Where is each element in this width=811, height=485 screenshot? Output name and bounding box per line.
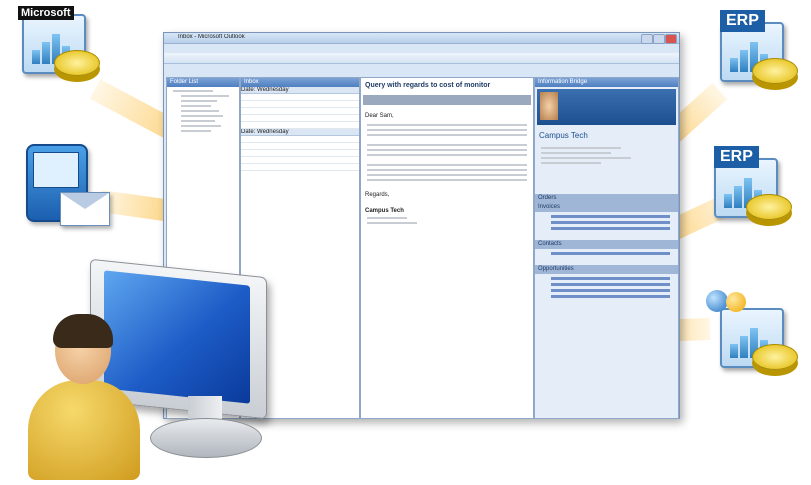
mail-row[interactable] [241,108,359,115]
invoice-link[interactable] [551,221,670,224]
body-line [367,169,527,171]
close-icon[interactable] [665,34,677,44]
mail-row[interactable] [241,150,359,157]
mail-row[interactable] [241,164,359,171]
opportunity-link[interactable] [551,295,670,298]
coin-stack-icon [752,58,798,84]
opportunity-link[interactable] [551,277,670,280]
user-body-icon [28,380,140,480]
section-orders[interactable]: Orders [535,194,678,203]
info-bridge-title: Information Bridge [535,78,678,87]
reading-pane: Query with regards to cost of monitor De… [360,77,534,419]
body-line [367,217,407,219]
body-line [367,222,417,224]
mail-row[interactable] [241,136,359,143]
erp-data-source-icon-middle: ERP [712,146,792,230]
mail-row[interactable] [241,143,359,150]
window-title: Inbox - Microsoft Outlook [178,34,245,40]
group-header: Date: Wednesday [241,87,359,94]
phone-screen [33,152,79,188]
body-line [367,129,527,131]
detail-line [541,162,601,164]
menu-bar[interactable] [164,44,679,52]
user-hair [53,314,113,348]
erp-data-source-icon-top: ERP [718,10,798,94]
microsoft-label: Microsoft [18,6,74,20]
contact-link[interactable] [551,252,670,255]
email-subject: Query with regards to cost of monitor [365,82,491,89]
folder-item[interactable] [181,125,221,127]
body-line [367,179,527,181]
contact-photo [540,92,558,120]
body-line [367,174,527,176]
microsoft-data-source-icon: Microsoft [18,6,100,86]
coin-stack-icon [54,50,100,76]
minimize-icon[interactable] [641,34,653,44]
crm-data-source-icon [718,300,798,380]
folder-item[interactable] [181,120,215,122]
email-header-bar [363,95,531,105]
folder-item[interactable] [173,90,213,92]
coin-stack-icon [746,194,792,220]
body-line [367,149,527,151]
folder-item[interactable] [181,95,229,97]
section-contacts[interactable]: Contacts [535,240,678,249]
signoff: Regards, [365,192,390,198]
folder-item[interactable] [181,115,223,117]
inbox-pane-title: Inbox [241,78,359,87]
maximize-icon[interactable] [653,34,665,44]
salutation: Dear Sam, [365,113,394,119]
body-line [367,124,527,126]
people-icon [706,290,728,312]
body-line [367,164,527,166]
folder-item[interactable] [181,100,217,102]
folder-item[interactable] [181,105,211,107]
title-bar: Inbox - Microsoft Outlook [164,33,679,44]
section-invoices[interactable]: Invoices [535,203,678,212]
erp-label: ERP [720,10,765,32]
folder-item[interactable] [181,110,219,112]
detail-line [541,152,611,154]
contact-company: Campus Tech [539,131,588,140]
sender-company: Campus Tech [365,208,404,214]
invoice-link[interactable] [551,215,670,218]
erp-label: ERP [714,146,759,168]
toolbar[interactable] [164,53,679,64]
body-line [367,144,527,146]
mail-row[interactable] [241,115,359,122]
monitor-stand [150,418,262,458]
detail-line [541,157,631,159]
mail-row[interactable] [241,101,359,108]
contact-banner [537,89,676,125]
monitor-screen [104,270,250,404]
group-header: Date: Wednesday [241,129,359,136]
people-icon [726,292,746,312]
folder-item[interactable] [181,130,211,132]
folder-pane-title: Folder List [167,78,239,87]
detail-line [541,147,621,149]
mail-row[interactable] [241,94,359,101]
email-envelope-icon [60,192,110,226]
body-line [367,134,527,136]
coin-stack-icon [752,344,798,370]
opportunity-link[interactable] [551,283,670,286]
information-bridge-pane: Information Bridge Campus Tech Orders In… [534,77,679,419]
section-opportunities[interactable]: Opportunities [535,265,678,274]
invoice-link[interactable] [551,227,670,230]
mail-row[interactable] [241,122,359,129]
body-line [367,154,527,156]
opportunity-link[interactable] [551,289,670,292]
mail-row[interactable] [241,157,359,164]
